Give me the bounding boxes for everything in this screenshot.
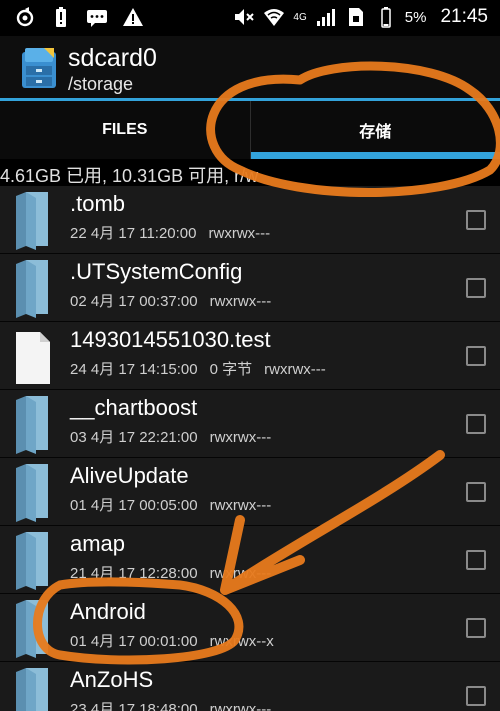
file-permissions: rwxrwx--- [209, 429, 272, 446]
file-row[interactable]: amap 21 4月 17 12:28:00 rwxrwx--- [0, 526, 500, 594]
status-bar: 4G 5% 21:45 [0, 0, 500, 36]
battery-alert-icon [56, 7, 66, 27]
folder-icon [12, 462, 52, 522]
file-name: __chartboost [70, 395, 198, 420]
file-name: Android [70, 599, 146, 624]
file-meta: 01 4月 17 00:05:00 rwxrwx--- [70, 494, 271, 515]
file-meta: 23 4月 17 18:48:00 rwxrwx--- [70, 698, 271, 711]
select-checkbox[interactable] [466, 346, 486, 366]
file-meta: 01 4月 17 00:01:00 rwxrwx--x [70, 630, 274, 651]
file-meta: 02 4月 17 00:37:00 rwxrwx--- [70, 290, 271, 311]
file-row[interactable]: AliveUpdate 01 4月 17 00:05:00 rwxrwx--- [0, 458, 500, 526]
mute-icon [235, 9, 255, 25]
file-permissions: rwxrwx--- [208, 225, 271, 242]
app-header: sdcard0 /storage [0, 36, 500, 100]
file-permissions: rwxrwx--- [209, 701, 272, 711]
folder-icon [12, 530, 52, 590]
tab-selected-indicator [250, 152, 500, 159]
sim-icon [348, 8, 363, 26]
select-checkbox[interactable] [466, 278, 486, 298]
file-name: .tomb [70, 191, 126, 216]
file-date: 23 4月 17 18:48:00 [70, 701, 198, 711]
message-icon [87, 10, 107, 27]
select-checkbox[interactable] [466, 414, 486, 434]
network-type: 4G [293, 11, 307, 23]
file-meta: 24 4月 17 14:15:00 0 字节 rwxrwx--- [70, 358, 326, 379]
file-date: 22 4月 17 11:20:00 [70, 225, 197, 242]
select-checkbox[interactable] [466, 618, 486, 638]
folder-icon [12, 258, 52, 318]
tab-bar: FILES 存储 [0, 101, 500, 159]
wifi-icon [264, 9, 285, 26]
file-meta: 22 4月 17 11:20:00 rwxrwx--- [70, 222, 270, 243]
tab-storage[interactable]: 存储 [249, 101, 500, 159]
file-manager-app-icon[interactable] [20, 46, 58, 90]
file-size: 0 字节 [209, 361, 253, 378]
select-checkbox[interactable] [466, 482, 486, 502]
file-row[interactable]: __chartboost 03 4月 17 22:21:00 rwxrwx--- [0, 390, 500, 458]
folder-icon [12, 190, 52, 250]
storage-summary: 4.61GB 已用, 10.31GB 可用, r/w [0, 166, 259, 186]
file-permissions: rwxrwx--- [209, 293, 272, 310]
file-meta: 03 4月 17 22:21:00 rwxrwx--- [70, 426, 271, 447]
select-checkbox[interactable] [466, 686, 486, 706]
battery-icon [381, 7, 391, 28]
file-permissions: rwxrwx--- [209, 497, 272, 514]
file-date: 01 4月 17 00:01:00 [70, 633, 198, 650]
warning-icon [123, 8, 143, 26]
select-checkbox[interactable] [466, 550, 486, 570]
file-date: 03 4月 17 22:21:00 [70, 429, 198, 446]
file-name: AnZoHS [70, 667, 154, 692]
file-permissions: rwxrwx--x [209, 633, 274, 650]
file-row[interactable]: Android 01 4月 17 00:01:00 rwxrwx--x [0, 594, 500, 662]
file-meta: 21 4月 17 12:28:00 rwxrwx--- [70, 562, 271, 583]
file-list: .tomb 22 4月 17 11:20:00 rwxrwx--- .UTSystem… [0, 186, 500, 711]
tab-storage-label: 存储 [359, 124, 392, 141]
file-date: 02 4月 17 00:37:00 [70, 293, 198, 310]
file-name: amap [70, 531, 126, 556]
file-row[interactable]: 1493014551030.test 24 4月 17 14:15:00 0 字节 r… [0, 322, 500, 390]
folder-icon [12, 598, 52, 658]
file-permissions: rwxrwx--- [264, 361, 326, 378]
folder-icon [12, 666, 52, 711]
current-path: /storage [68, 74, 134, 94]
file-row[interactable]: .UTSystemConfig 02 4月 17 00:37:00 rwxrwx--… [0, 254, 500, 322]
file-name: .UTSystemConfig [70, 259, 243, 284]
file-date: 21 4月 17 12:28:00 [70, 565, 198, 582]
battery-percent: 5% [404, 8, 427, 26]
sync-icon [16, 7, 34, 27]
file-row[interactable]: .tomb 22 4月 17 11:20:00 rwxrwx--- [0, 186, 500, 254]
file-date: 01 4月 17 00:05:00 [70, 497, 198, 514]
clock: 21:45 [440, 6, 488, 27]
file-row[interactable]: AnZoHS 23 4月 17 18:48:00 rwxrwx--- [0, 662, 500, 711]
file-permissions: rwxrwx--- [209, 565, 272, 582]
file-name: AliveUpdate [70, 463, 189, 488]
select-checkbox[interactable] [466, 210, 486, 230]
file-date: 24 4月 17 14:15:00 [70, 361, 198, 378]
file-name: 1493014551030.test [70, 327, 271, 352]
folder-icon [12, 394, 52, 454]
signal-icon [316, 9, 335, 26]
tab-files-label: FILES [102, 121, 148, 138]
file-icon [12, 326, 52, 386]
tab-files[interactable]: FILES [0, 101, 250, 159]
page-title: sdcard0 [68, 44, 157, 72]
